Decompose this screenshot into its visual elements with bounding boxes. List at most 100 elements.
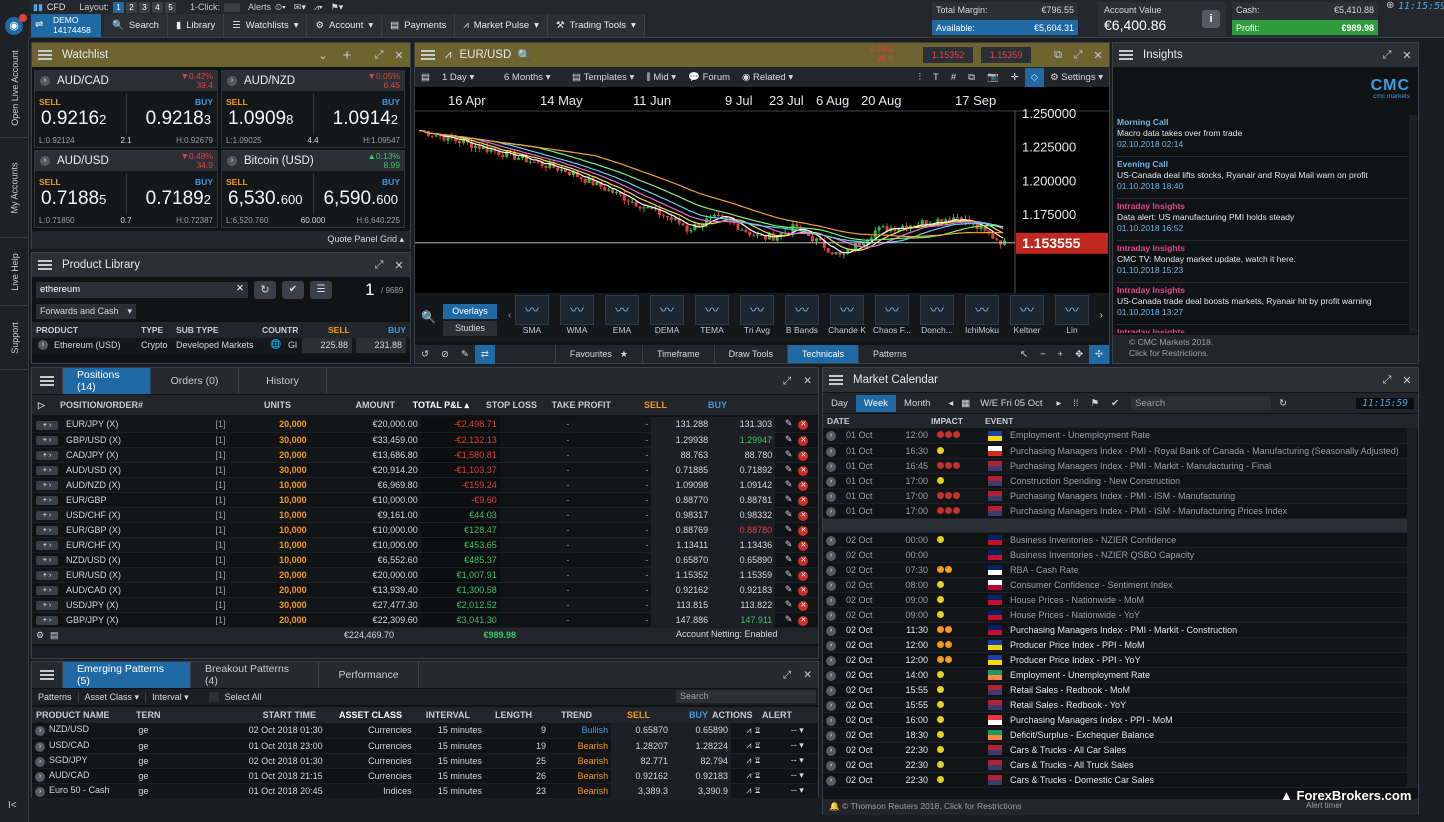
calendar-search-input[interactable]: Search (1131, 396, 1272, 410)
chart-action-icon[interactable]: ⩘ ♖ (746, 725, 761, 735)
calendar-row[interactable]: › 02 Oct 00:00 Business Inventories - NZIER… (823, 532, 1407, 548)
pattern-sell[interactable]: 3,389.3 (611, 783, 672, 799)
layout-4-button[interactable]: 4 (151, 1, 163, 13)
position-take-profit[interactable]: - (572, 462, 652, 478)
pattern-col-trend[interactable]: TREND (532, 710, 592, 720)
pattern-col-buy[interactable]: BUY (650, 710, 708, 720)
row-action-icon[interactable]: + › (36, 481, 58, 490)
indicator-tri-avg[interactable]: 〰 Tri Avg (736, 295, 778, 341)
edit-icon[interactable]: ✎ (785, 434, 793, 444)
close-position-icon[interactable]: ✕ (798, 450, 809, 461)
close-position-icon[interactable]: ✕ (798, 495, 809, 506)
expand-row-icon[interactable]: › (35, 726, 45, 737)
pattern-col-interval[interactable]: INTERVAL (402, 710, 470, 720)
pattern-col-start-time[interactable]: START TIME (196, 710, 316, 720)
chart-symbol[interactable]: EUR/USD (460, 49, 512, 61)
library-search-input[interactable]: ethereum ✕ (36, 282, 248, 298)
tab-breakout[interactable]: Breakout Patterns (4) (191, 662, 319, 688)
chart-sell-price[interactable]: 1.15352 (923, 47, 973, 63)
pencil-icon[interactable]: ✎ (455, 345, 475, 364)
sell-price[interactable]: 6,530.600 (228, 188, 303, 210)
dropdown-icon[interactable]: ⌄ (314, 43, 332, 67)
ban-icon[interactable]: ⊘ (435, 345, 455, 364)
templates-button[interactable]: ▤ Templates ▾ (566, 68, 640, 87)
chart-action-icon[interactable]: ⩘ ♖ (746, 770, 761, 780)
calendar-scrollbar[interactable] (1407, 428, 1417, 788)
close-position-icon[interactable]: ✕ (798, 435, 809, 446)
position-take-profit[interactable]: - (572, 432, 652, 448)
library-col-product[interactable]: PRODUCT (36, 325, 78, 335)
position-take-profit[interactable]: - (572, 552, 652, 568)
position-take-profit[interactable]: - (572, 582, 652, 598)
month-tab[interactable]: Month (896, 395, 938, 412)
email-icon[interactable]: ✉▾ (294, 2, 306, 13)
tab-performance[interactable]: Performance (319, 662, 419, 688)
position-stop-loss[interactable]: - (499, 567, 573, 583)
pattern-buy[interactable]: 3,390.9 (671, 783, 732, 799)
close-position-icon[interactable]: ✕ (798, 555, 809, 566)
edit-icon[interactable]: ✎ (785, 599, 793, 609)
calendar-row[interactable]: › 02 Oct 08:00 Consumer Confidence - Sentim… (823, 577, 1407, 593)
calendar-row[interactable]: › 01 Oct 16:30 Purchasing Managers Index - … (823, 443, 1407, 459)
text-icon[interactable]: T (927, 68, 945, 87)
position-row[interactable]: + › GBP/USD (X) [1] 30,000 €33,459.00 -€2,132… (32, 432, 818, 448)
pattern-col-alert[interactable]: ALERT (752, 710, 792, 720)
expand-row-icon[interactable]: › (826, 565, 836, 576)
expand-icon[interactable]: ⤢ (1378, 368, 1396, 392)
close-position-icon[interactable]: ✕ (798, 600, 809, 611)
calendar-row[interactable]: › 01 Oct 12:00 Employment - Unemployment Ra… (823, 428, 1407, 444)
close-position-icon[interactable]: ✕ (798, 510, 809, 521)
close-icon[interactable]: ✕ (390, 253, 408, 277)
calendar-row[interactable]: › 02 Oct 22:30 Cars & Trucks - All Car Sale… (823, 742, 1407, 758)
position-sell[interactable]: 0.88770 (651, 492, 712, 508)
calendar-row[interactable]: › 02 Oct 15:55 Retail Sales - Redbook - YoY (823, 697, 1407, 713)
position-row[interactable]: + › AUD/USD (X) [1] 30,000 €20,914.20 -€1,103… (32, 462, 818, 478)
library-col-type[interactable]: TYPE (141, 325, 163, 335)
indicator-chande-k[interactable]: 〰 Chande K (826, 295, 868, 341)
position-take-profit[interactable]: - (572, 522, 652, 538)
undo-icon[interactable]: ↺ (415, 345, 435, 364)
row-action-icon[interactable]: + › (36, 496, 58, 505)
nav-watchlists[interactable]: ☰ Watchlists ▾ (224, 14, 308, 37)
nav-search[interactable]: 🔍 Search (104, 14, 168, 37)
edit-icon[interactable]: ✎ (785, 614, 793, 624)
position-buy[interactable]: 0.92183 (711, 582, 776, 598)
position-stop-loss[interactable]: - (499, 552, 573, 568)
close-position-icon[interactable]: ✕ (798, 420, 809, 431)
range-dropdown[interactable]: 6 Months ▾ (498, 68, 566, 87)
zoom-out-icon[interactable]: − (1034, 345, 1052, 364)
week-tab[interactable]: Week (855, 394, 897, 412)
overlays-tab[interactable]: Overlays (443, 304, 497, 319)
expand-icon[interactable]: ⤢ (1378, 43, 1396, 67)
close-icon[interactable]: ✕ (1089, 43, 1107, 67)
nav-account[interactable]: ⚙ Account ▾ (307, 14, 383, 37)
tab-timeframe[interactable]: Timeframe (641, 345, 714, 363)
col-stop-loss[interactable]: STOP LOSS (469, 400, 537, 410)
pattern-sell[interactable]: 0.92162 (611, 768, 672, 784)
expand-row-icon[interactable]: › (826, 431, 836, 442)
insight-item[interactable]: Intraday Insights US-Canada trade deal bo… (1117, 283, 1408, 325)
columns-icon[interactable]: ⁞⁞ (1067, 395, 1084, 412)
scroll-right-icon[interactable]: › (1100, 310, 1103, 321)
interval-filter[interactable]: Interval ▾ (145, 691, 195, 703)
pattern-col-sell[interactable]: SELL (592, 710, 650, 720)
position-sell[interactable]: 0.65870 (651, 552, 712, 568)
edit-icon[interactable]: ✎ (785, 569, 793, 579)
expand-tile-icon[interactable]: › (227, 76, 237, 86)
menu-icon[interactable] (1119, 50, 1133, 60)
position-take-profit[interactable]: - (572, 567, 652, 583)
edit-icon[interactable]: ✎ (785, 464, 793, 474)
position-sell[interactable]: 0.71885 (651, 462, 712, 478)
buy-price[interactable]: 1.09142 (333, 108, 398, 130)
library-col-sell[interactable]: SELL (328, 325, 350, 335)
chart-alert-icon[interactable]: ⩘▾ (314, 2, 323, 13)
open-live-account-tab[interactable]: Open Live Account (0, 38, 29, 138)
my-accounts-tab[interactable]: My Accounts (0, 138, 29, 238)
quote-tile-aud-usd[interactable]: AUD/USD › ▼0.48% 34.9 SELL BUY 0.71885 0.71892 L… (34, 150, 218, 228)
indicator-keltner[interactable]: 〰 Keltner (1006, 295, 1048, 341)
library-col-countr[interactable]: COUNTR (262, 325, 298, 335)
expand-row-icon[interactable]: › (35, 756, 45, 767)
erase-icon[interactable]: ◇ (1024, 67, 1045, 87)
quote-tile-aud-nzd[interactable]: AUD/NZD › ▼0.05% 6.45 SELL BUY 1.09098 1.09142 L… (221, 70, 405, 148)
expand-row-icon[interactable]: › (826, 446, 836, 457)
